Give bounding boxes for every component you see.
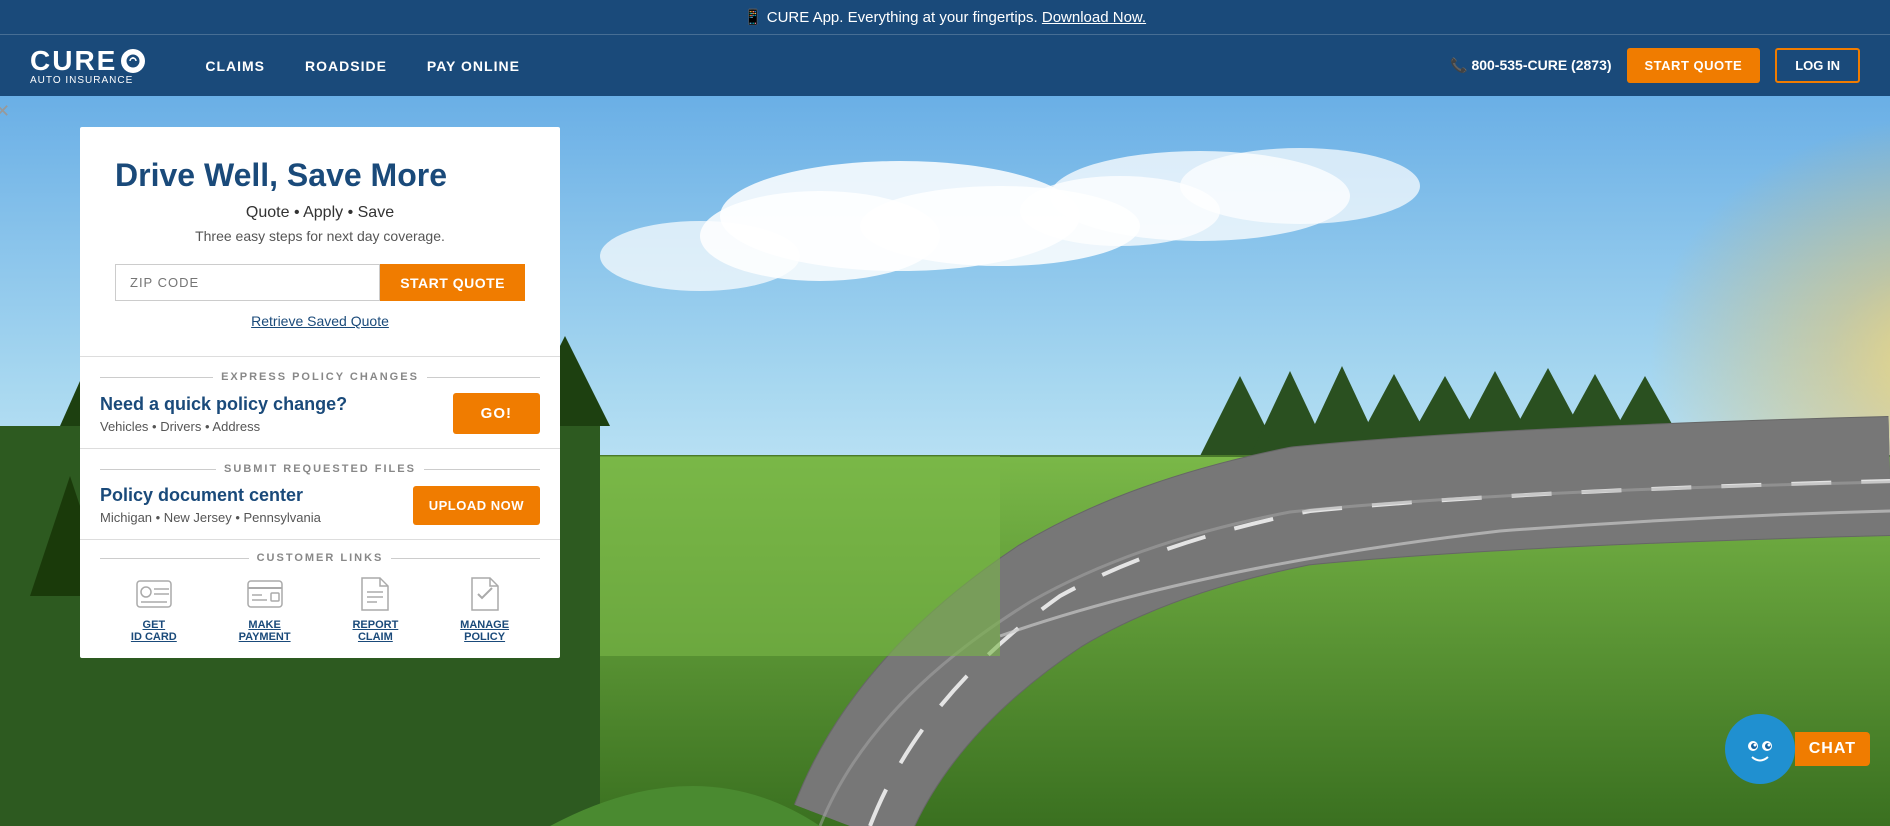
logo: CURE AUTO INSURANCE (30, 45, 145, 86)
phone-number: 📞 800-535-CURE (2873) (1450, 57, 1611, 74)
submit-files-heading: Policy document center (100, 485, 321, 506)
hero-close-button[interactable]: ✕ (0, 101, 10, 121)
quote-description: Three easy steps for next day coverage. (115, 228, 525, 244)
submit-files-label: SUBMIT REQUESTED FILES (100, 463, 540, 475)
submit-files-text: Policy document center Michigan • New Je… (100, 485, 321, 525)
content-panel: Drive Well, Save More Quote • Apply • Sa… (80, 127, 560, 658)
upload-now-button[interactable]: UPLOAD NOW (413, 486, 540, 525)
quote-form: START QUOTE (115, 264, 525, 301)
submit-files-inner: Policy document center Michigan • New Je… (100, 485, 540, 525)
banner-download-link[interactable]: Download Now. (1042, 9, 1146, 26)
express-policy-detail: Vehicles • Drivers • Address (100, 419, 347, 434)
main-nav: CURE AUTO INSURANCE CLAIMS ROADSIDE PAY … (0, 34, 1890, 96)
quote-subtitle: Quote • Apply • Save (115, 204, 525, 222)
express-policy-label: EXPRESS POLICY CHANGES (100, 371, 540, 383)
go-button[interactable]: GO! (453, 393, 540, 434)
logo-name: CURE (30, 45, 145, 77)
hero-section: ✕ Drive Well, Save More Quote • Apply • … (0, 96, 1890, 826)
nav-start-quote-button[interactable]: START QUOTE (1627, 48, 1761, 83)
nav-login-button[interactable]: LOG IN (1775, 48, 1860, 83)
express-policy-inner: Need a quick policy change? Vehicles • D… (100, 393, 540, 434)
express-policy-text: Need a quick policy change? Vehicles • D… (100, 394, 347, 434)
policy-icon (465, 574, 505, 614)
submit-files-section: SUBMIT REQUESTED FILES Policy document c… (80, 449, 560, 540)
express-policy-section: EXPRESS POLICY CHANGES Need a quick poli… (80, 357, 560, 449)
logo-icon (121, 49, 145, 73)
nav-links: CLAIMS ROADSIDE PAY ONLINE (205, 58, 1450, 74)
banner-icon: 📱 (744, 9, 763, 26)
customer-links-label: CUSTOMER LINKS (100, 552, 540, 564)
nav-pay-online[interactable]: PAY ONLINE (427, 58, 520, 74)
start-quote-button[interactable]: START QUOTE (380, 264, 525, 301)
nav-claims[interactable]: CLAIMS (205, 58, 265, 74)
claim-icon (355, 574, 395, 614)
banner-text: CURE App. Everything at your fingertips. (767, 9, 1038, 26)
id-card-label: GETID CARD (131, 619, 177, 643)
make-payment-link[interactable]: MAKEPAYMENT (239, 574, 291, 643)
logo-subtitle: AUTO INSURANCE (30, 75, 145, 86)
customer-links-section: CUSTOMER LINKS GETID CARD MAKEPAYMENT (80, 540, 560, 658)
manage-policy-link[interactable]: MANAGEPOLICY (460, 574, 509, 643)
retrieve-saved-quote-link[interactable]: Retrieve Saved Quote (251, 313, 389, 329)
chat-label: CHAT (1795, 732, 1870, 766)
quote-section: Drive Well, Save More Quote • Apply • Sa… (80, 127, 560, 357)
id-card-icon (134, 574, 174, 614)
nav-right: 📞 800-535-CURE (2873) START QUOTE LOG IN (1450, 48, 1860, 83)
express-policy-heading: Need a quick policy change? (100, 394, 347, 415)
submit-files-detail: Michigan • New Jersey • Pennsylvania (100, 510, 321, 525)
quote-title: Drive Well, Save More (115, 157, 525, 194)
payment-icon (245, 574, 285, 614)
claim-label: REPORTCLAIM (352, 619, 398, 643)
report-claim-link[interactable]: REPORTCLAIM (352, 574, 398, 643)
chat-widget[interactable]: CHAT (1725, 714, 1870, 784)
payment-label: MAKEPAYMENT (239, 619, 291, 643)
get-id-card-link[interactable]: GETID CARD (131, 574, 177, 643)
nav-roadside[interactable]: ROADSIDE (305, 58, 387, 74)
zip-code-input[interactable] (115, 264, 380, 301)
top-banner: 📱 CURE App. Everything at your fingertip… (0, 0, 1890, 34)
policy-label: MANAGEPOLICY (460, 619, 509, 643)
chat-avatar (1725, 714, 1795, 784)
customer-links-grid: GETID CARD MAKEPAYMENT REPORTCLAIM (100, 574, 540, 643)
